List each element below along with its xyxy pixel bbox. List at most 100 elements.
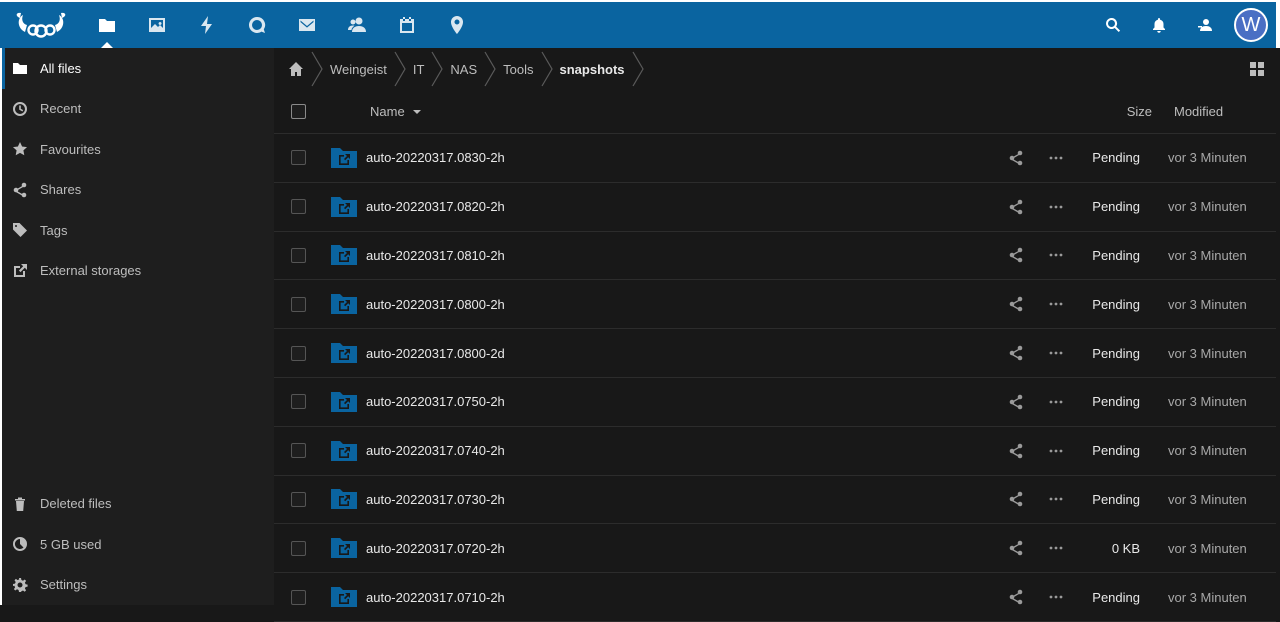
- file-name[interactable]: auto-20220317.0730-2h: [366, 492, 996, 507]
- nav-talk[interactable]: [232, 2, 282, 48]
- file-name[interactable]: auto-20220317.0810-2h: [366, 248, 996, 263]
- sidebar-item-label: All files: [40, 60, 82, 76]
- nav-activity[interactable]: [182, 2, 232, 48]
- file-name[interactable]: auto-20220317.0750-2h: [366, 394, 996, 409]
- table-row[interactable]: auto-20220317.0830-2h Pending vor 3 Minute…: [274, 134, 1276, 183]
- sidebar-item-shares[interactable]: Shares: [2, 170, 274, 211]
- table-row[interactable]: auto-20220317.0730-2h Pending vor 3 Minute…: [274, 476, 1276, 525]
- file-size: Pending: [1092, 199, 1140, 215]
- table-row[interactable]: auto-20220317.0820-2h Pending vor 3 Minute…: [274, 183, 1276, 232]
- table-row[interactable]: auto-20220317.0750-2h Pending vor 3 Minute…: [274, 378, 1276, 427]
- contacts-menu-button[interactable]: [1182, 2, 1228, 48]
- search-button[interactable]: [1090, 2, 1136, 48]
- share-button[interactable]: [996, 533, 1036, 563]
- row-checkbox[interactable]: [290, 296, 306, 312]
- breadcrumb-item[interactable]: IT: [413, 48, 425, 90]
- nav-files[interactable]: [82, 2, 132, 48]
- share-button[interactable]: [996, 240, 1036, 270]
- share-button[interactable]: [996, 192, 1036, 222]
- more-actions-button[interactable]: [1036, 192, 1076, 222]
- top-bar: W: [0, 0, 1280, 48]
- more-horizontal-icon: [1049, 595, 1063, 599]
- share-button[interactable]: [996, 143, 1036, 173]
- file-name[interactable]: auto-20220317.0710-2h: [366, 590, 996, 605]
- select-all-checkbox[interactable]: [290, 104, 306, 119]
- file-name[interactable]: auto-20220317.0820-2h: [366, 199, 996, 214]
- share-button[interactable]: [996, 582, 1036, 612]
- sidebar-item-recent[interactable]: Recent: [2, 89, 274, 130]
- share-button[interactable]: [996, 436, 1036, 466]
- more-actions-button[interactable]: [1036, 289, 1076, 319]
- nav-photos[interactable]: [132, 2, 182, 48]
- file-size: Pending: [1092, 345, 1140, 361]
- grid-icon: [1250, 62, 1264, 76]
- nav-calendar[interactable]: [382, 2, 432, 48]
- sidebar-item-label: Settings: [40, 577, 87, 593]
- file-name[interactable]: auto-20220317.0800-2d: [366, 346, 996, 361]
- share-button[interactable]: [996, 338, 1036, 368]
- row-checkbox[interactable]: [290, 491, 306, 507]
- search-icon: [1106, 17, 1121, 32]
- contacts-menu-icon: [1198, 19, 1212, 31]
- sidebar-item-external-storages[interactable]: External storages: [2, 251, 274, 292]
- grid-view-toggle[interactable]: [1250, 62, 1264, 76]
- quota-label: 5 GB used: [40, 536, 102, 552]
- nav-contacts[interactable]: [332, 2, 382, 48]
- sidebar-item-deleted-files[interactable]: Deleted files: [2, 484, 274, 525]
- row-checkbox[interactable]: [290, 150, 306, 166]
- share-button[interactable]: [996, 484, 1036, 514]
- breadcrumb-home[interactable]: [288, 48, 304, 90]
- more-actions-button[interactable]: [1036, 338, 1076, 368]
- nav-maps[interactable]: [432, 2, 482, 48]
- file-name[interactable]: auto-20220317.0800-2h: [366, 297, 996, 312]
- nextcloud-logo[interactable]: [0, 2, 82, 48]
- share-button[interactable]: [996, 387, 1036, 417]
- file-name[interactable]: auto-20220317.0830-2h: [366, 150, 996, 165]
- table-row[interactable]: auto-20220317.0710-2h Pending vor 3 Minute…: [274, 573, 1276, 622]
- more-actions-button[interactable]: [1036, 387, 1076, 417]
- row-select-cell: [274, 199, 322, 215]
- breadcrumb-item[interactable]: Weingeist: [330, 48, 387, 90]
- table-row[interactable]: auto-20220317.0720-2h 0 KB vor 3 Minuten: [274, 524, 1276, 574]
- notifications-button[interactable]: [1136, 2, 1182, 48]
- share-button[interactable]: [996, 289, 1036, 319]
- row-checkbox[interactable]: [290, 199, 306, 215]
- row-checkbox[interactable]: [290, 345, 306, 361]
- avatar[interactable]: W: [1234, 8, 1268, 42]
- quota-indicator[interactable]: 5 GB used: [2, 524, 274, 565]
- breadcrumb-item[interactable]: Tools: [503, 48, 533, 90]
- breadcrumb-separator: [483, 48, 497, 90]
- nav-mail[interactable]: [282, 2, 332, 48]
- sidebar: All files Recent Favourites Shares Tags …: [0, 48, 274, 605]
- more-actions-button[interactable]: [1036, 533, 1076, 563]
- column-header-size[interactable]: Size: [1042, 104, 1160, 119]
- file-name[interactable]: auto-20220317.0740-2h: [366, 443, 996, 458]
- sidebar-item-all-files[interactable]: All files: [2, 48, 274, 89]
- row-checkbox[interactable]: [290, 589, 306, 605]
- column-header-modified[interactable]: Modified: [1160, 104, 1276, 119]
- table-row[interactable]: auto-20220317.0740-2h Pending vor 3 Minute…: [274, 427, 1276, 476]
- sidebar-item-settings[interactable]: Settings: [2, 565, 274, 606]
- file-name[interactable]: auto-20220317.0720-2h: [366, 541, 996, 556]
- table-row[interactable]: auto-20220317.0810-2h Pending vor 3 Minute…: [274, 232, 1276, 281]
- sort-caret-icon: [412, 109, 421, 114]
- row-select-cell: [274, 491, 322, 507]
- breadcrumb-item[interactable]: NAS: [450, 48, 477, 90]
- more-actions-button[interactable]: [1036, 240, 1076, 270]
- table-row[interactable]: auto-20220317.0800-2h Pending vor 3 Minute…: [274, 280, 1276, 330]
- row-checkbox[interactable]: [290, 443, 306, 459]
- sidebar-item-tags[interactable]: Tags: [2, 210, 274, 251]
- table-row[interactable]: auto-20220317.0800-2d Pending vor 3 Minute…: [274, 329, 1276, 378]
- more-actions-button[interactable]: [1036, 436, 1076, 466]
- more-actions-button[interactable]: [1036, 143, 1076, 173]
- sidebar-item-favourites[interactable]: Favourites: [2, 129, 274, 170]
- row-checkbox[interactable]: [290, 247, 306, 263]
- column-header-name[interactable]: Name: [322, 104, 1042, 119]
- row-checkbox[interactable]: [290, 540, 306, 556]
- chat-icon: [248, 16, 266, 33]
- sidebar-item-label: Favourites: [40, 141, 101, 157]
- more-actions-button[interactable]: [1036, 582, 1076, 612]
- row-checkbox[interactable]: [290, 394, 306, 410]
- breadcrumb-current[interactable]: snapshots: [560, 48, 625, 90]
- more-actions-button[interactable]: [1036, 484, 1076, 514]
